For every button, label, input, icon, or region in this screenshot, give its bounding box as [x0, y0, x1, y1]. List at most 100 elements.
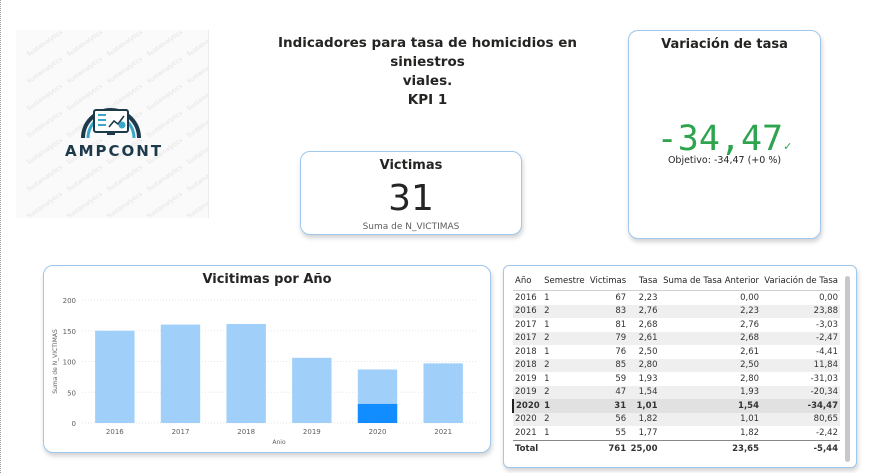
watermark-text: Sustainalytics: [185, 190, 209, 218]
table-scrollbar[interactable]: [845, 276, 850, 462]
table-cell: 83: [587, 304, 629, 318]
tasa-table-card[interactable]: Año Semestre Victimas Tasa Suma de Tasa Ante…: [503, 265, 857, 468]
x-tick-label: 2020: [369, 428, 387, 436]
x-tick-label: 2021: [434, 428, 452, 436]
logo-wordmark: AMPCONT: [65, 142, 164, 160]
table-cell: 2,61: [740, 346, 760, 357]
table-row[interactable]: 2016 2 83 2,76 2,23 23,88: [513, 304, 840, 318]
table-cell: 59: [615, 373, 627, 384]
watermark-text: Sustainalytics: [185, 109, 209, 140]
table-row[interactable]: 2018 1 76 2,50 2,61 -4,41: [513, 345, 840, 359]
table-cell: -20,34: [761, 385, 840, 399]
table-cell: 2: [542, 331, 588, 345]
table-cell: 55: [615, 427, 627, 438]
table-row[interactable]: 2017 2 79 2,61 2,68 -2,47: [513, 331, 840, 345]
table-cell: 2: [542, 304, 588, 318]
variacion-card-title: Variación de tasa: [661, 37, 788, 52]
table-cell: -2,42: [816, 427, 838, 438]
table-cell: 0,00: [740, 292, 760, 303]
page-title: Indicadores para tasa de homicidios en s…: [250, 34, 605, 110]
watermark-text: Sustainalytics: [105, 163, 144, 194]
table-cell: 31: [587, 399, 629, 413]
watermark-text: Sustainalytics: [145, 82, 184, 113]
table-cell: 11,84: [761, 358, 840, 372]
table-cell: 2,50: [659, 358, 762, 372]
table-cell: 2,50: [638, 346, 658, 357]
variacion-tasa-card[interactable]: Variación de tasa -34,47✓ Objetivo: -34,…: [628, 30, 821, 239]
watermark-text: Sustainalytics: [25, 190, 64, 218]
table-cell: -34,47: [761, 399, 840, 413]
table-cell: 2021: [515, 427, 537, 438]
table-total-cell: 761: [587, 439, 629, 456]
watermark-text: Sustainalytics: [65, 30, 104, 59]
table-cell: 2018: [513, 358, 543, 372]
table-total-cell: -5,44: [761, 439, 840, 456]
table-body: 2016 1 67 2,23 0,00 0,00 2016 2 83 2,76 2,23 23,88 2…: [511, 291, 840, 441]
table-cell: 23,88: [761, 304, 840, 318]
table-cell: 2,80: [628, 358, 660, 372]
x-tick-label: 2019: [303, 428, 321, 436]
table-cell: 80,65: [761, 412, 840, 426]
table-cell: 1,82: [628, 412, 660, 426]
table-header-cell[interactable]: Año: [513, 274, 543, 291]
table-row[interactable]: 2017 1 81 2,68 2,76 -3,03: [513, 318, 840, 332]
table-cell: 2,68: [659, 331, 762, 345]
table-cell: 1: [544, 292, 550, 303]
watermark-text: Sustainalytics: [105, 190, 144, 218]
watermark-text: Sustainalytics: [145, 109, 184, 140]
table-cell: 2,76: [740, 319, 760, 330]
table-cell: -2,47: [761, 331, 840, 345]
y-axis-label: Suma de N_VICTIMAS: [52, 329, 59, 394]
table-cell: 2: [542, 412, 588, 426]
table-row[interactable]: 2019 1 59 1,93 2,80 -31,03: [513, 372, 840, 386]
table-cell: 2020: [511, 399, 543, 413]
watermark-text: Sustainalytics: [25, 109, 64, 140]
table-cell: 2: [542, 358, 588, 372]
victimas-por-anio-chart[interactable]: Vicitimas por Año 0 50 100 150 200 2016 2017 20…: [43, 265, 491, 453]
table-row[interactable]: 2019 2 47 1,54 1,93 -20,34: [513, 385, 840, 399]
table-row[interactable]: 2018 2 85 2,80 2,50 11,84: [513, 358, 840, 372]
table-cell: 1,93: [659, 385, 762, 399]
victimas-card-title: Victimas: [379, 158, 443, 173]
x-tick-label: 2016: [106, 428, 124, 436]
table-cell: 2,80: [740, 373, 760, 384]
table-cell: 1: [544, 427, 550, 438]
table-cell: -4,41: [816, 346, 838, 357]
y-tick-label: 0: [72, 420, 76, 428]
bar-highlight-2020: [357, 403, 398, 423]
watermark-text: Sustainalytics: [185, 163, 209, 194]
logo-panel: Sustainalytics Sustainalytics Sustainalyti…: [16, 30, 209, 218]
table-cell: 0,00: [819, 292, 838, 303]
checkmark-icon: ✓: [783, 140, 793, 153]
x-axis-label: Anio: [272, 439, 286, 446]
table-header-cell[interactable]: Suma de Tasa Anterior: [659, 274, 762, 291]
victimas-card[interactable]: Victimas 31 Suma de N_VICTIMAS: [300, 151, 522, 235]
y-tick-label: 50: [67, 389, 76, 397]
table-header-cell[interactable]: Tasa: [628, 274, 660, 291]
table-row[interactable]: 2020 2 56 1,82 1,01 80,65: [513, 412, 840, 426]
table-cell: 1,93: [638, 373, 658, 384]
table-cell: 79: [587, 331, 629, 345]
table-header-cell[interactable]: Semestre: [542, 274, 588, 291]
table-cell: 2020: [513, 412, 543, 426]
table-header-cell[interactable]: Victimas: [587, 274, 629, 291]
watermark-text: Sustainalytics: [25, 55, 64, 86]
table-row[interactable]: 2021 1 55 1,77 1,82 -2,42: [513, 426, 840, 440]
watermark-text: Sustainalytics: [145, 30, 184, 59]
table-row[interactable]: 2020 1 31 1,01 1,54 -34,47: [511, 399, 840, 413]
table-cell: 1,01: [659, 412, 762, 426]
bar-2021: [423, 363, 463, 423]
table-cell: 81: [615, 319, 627, 330]
table-cell: 1: [542, 399, 588, 413]
table-cell: -3,03: [816, 319, 838, 330]
watermark-text: Sustainalytics: [25, 136, 64, 167]
bar-2018: [226, 323, 266, 423]
watermark-text: Sustainalytics: [25, 30, 64, 59]
table-header-cell[interactable]: Variación de Tasa: [761, 274, 840, 291]
x-tick-label: 2018: [237, 428, 255, 436]
watermark-text: Sustainalytics: [185, 136, 209, 167]
table-total-row: Total 761 25,00 23,65 -5,44: [513, 439, 840, 456]
table-row[interactable]: 2016 1 67 2,23 0,00 0,00: [513, 291, 840, 305]
table-cell: 2,68: [638, 319, 658, 330]
watermark-text: Sustainalytics: [105, 55, 144, 86]
